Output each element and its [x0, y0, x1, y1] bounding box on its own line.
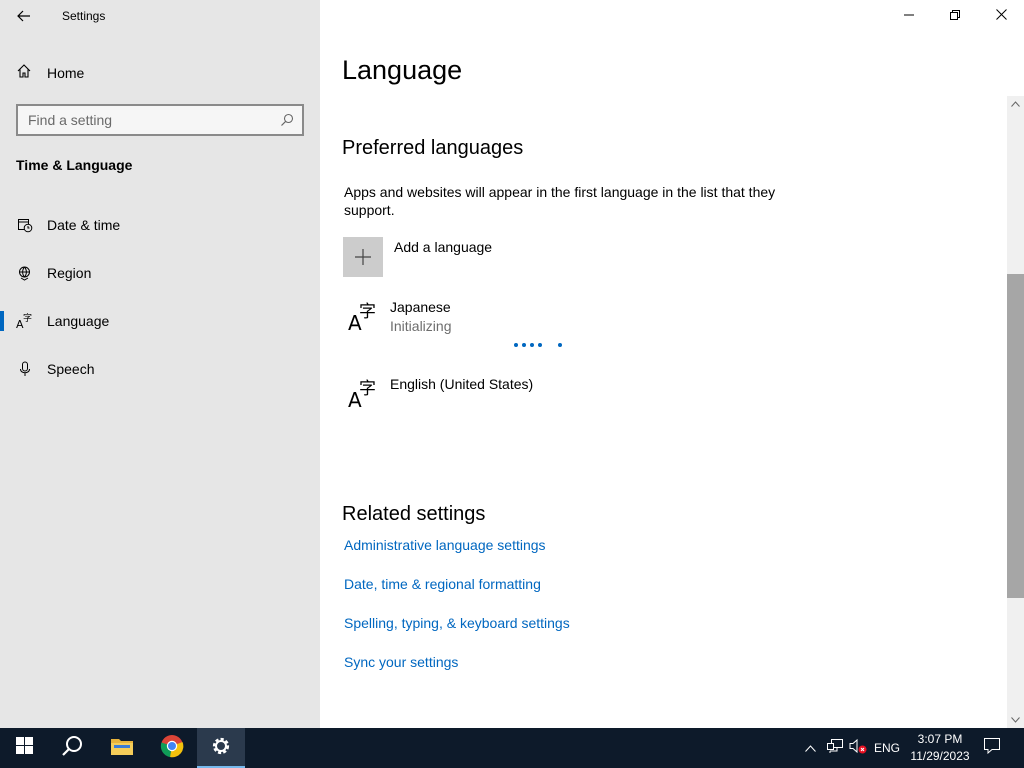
- taskbar-clock[interactable]: 3:07 PM 11/29/2023: [904, 731, 976, 765]
- home-icon: [16, 63, 32, 84]
- sidebar-item-date-time[interactable]: Date & time: [0, 207, 320, 243]
- add-language-button[interactable]: Add a language: [343, 237, 492, 277]
- scrollbar-thumb[interactable]: [1007, 274, 1024, 598]
- taskbar-search-button[interactable]: [48, 728, 96, 768]
- start-icon: [15, 737, 33, 759]
- sidebar-item-region[interactable]: Region: [0, 255, 320, 291]
- search-icon[interactable]: [280, 113, 294, 127]
- language-item-english[interactable]: A字 English (United States): [344, 376, 533, 412]
- scroll-down-arrow-icon[interactable]: [1007, 712, 1024, 728]
- restore-icon: [950, 7, 960, 25]
- selection-indicator: [0, 311, 4, 331]
- language-icon: A字: [16, 312, 34, 330]
- language-icon: A字: [348, 379, 376, 412]
- search-box[interactable]: [16, 104, 304, 136]
- sidebar-item-label: Language: [47, 313, 110, 329]
- main-content: Language Preferred languages Apps and we…: [320, 0, 1024, 728]
- language-status: Initializing: [390, 318, 452, 334]
- link-date-time-regional-formatting[interactable]: Date, time & regional formatting: [344, 576, 541, 592]
- settings-taskbar-button[interactable]: [197, 728, 245, 768]
- search-icon: [61, 735, 83, 762]
- search-input[interactable]: [18, 106, 278, 134]
- file-explorer-icon: [110, 736, 134, 761]
- minimize-icon: [904, 7, 914, 25]
- minimize-button[interactable]: [886, 0, 932, 32]
- sidebar: Settings Home Time & Language Date & tim…: [0, 0, 320, 728]
- link-administrative-language-settings[interactable]: Administrative language settings: [344, 537, 546, 553]
- restore-button[interactable]: [932, 0, 978, 32]
- link-spelling-typing-keyboard-settings[interactable]: Spelling, typing, & keyboard settings: [344, 615, 570, 631]
- volume-button[interactable]: [848, 728, 868, 768]
- language-name: English (United States): [390, 376, 534, 392]
- sidebar-item-label: Date & time: [47, 217, 121, 233]
- home-label: Home: [47, 65, 85, 81]
- sidebar-item-speech[interactable]: Speech: [0, 351, 320, 387]
- clock-calendar-icon: [16, 216, 34, 234]
- close-icon: [995, 7, 1007, 25]
- clock-date: 11/29/2023: [910, 749, 970, 763]
- settings-icon: [210, 735, 232, 762]
- network-icon: [826, 738, 844, 759]
- close-button[interactable]: [978, 0, 1024, 32]
- preferred-languages-heading: Preferred languages: [342, 137, 524, 159]
- taskbar: ENG 3:07 PM 11/29/2023: [0, 728, 1024, 768]
- chrome-icon: [160, 734, 184, 763]
- show-hidden-icons-button[interactable]: [802, 728, 818, 768]
- section-title: Time & Language: [16, 157, 133, 173]
- clock-time: 3:07 PM: [917, 732, 963, 746]
- link-sync-your-settings[interactable]: Sync your settings: [344, 654, 458, 670]
- preferred-languages-description: Apps and websites will appear in the fir…: [344, 184, 776, 218]
- home-nav-item[interactable]: Home: [16, 62, 84, 84]
- volume-muted-icon: [849, 738, 867, 759]
- sidebar-item-label: Speech: [47, 361, 95, 377]
- input-language-indicator[interactable]: ENG: [872, 728, 902, 768]
- network-button[interactable]: [824, 728, 846, 768]
- page-title: Language: [342, 55, 463, 85]
- back-arrow-icon[interactable]: [14, 6, 34, 26]
- language-icon: A字: [348, 302, 376, 335]
- add-language-label: Add a language: [394, 239, 493, 255]
- notification-icon: [983, 737, 1001, 759]
- file-explorer-button[interactable]: [98, 728, 146, 768]
- start-button[interactable]: [0, 728, 48, 768]
- chevron-up-icon: [804, 739, 816, 757]
- chrome-button[interactable]: [148, 728, 196, 768]
- sidebar-item-label: Region: [47, 265, 92, 281]
- globe-icon: [16, 264, 34, 282]
- scroll-up-arrow-icon[interactable]: [1007, 96, 1024, 112]
- scrollbar[interactable]: [1007, 96, 1024, 728]
- language-name: Japanese: [390, 299, 451, 315]
- language-item-japanese[interactable]: A字 Japanese Initializing: [344, 299, 451, 335]
- sidebar-item-language[interactable]: A字 Language: [0, 303, 320, 339]
- microphone-icon: [16, 360, 34, 378]
- plus-icon: [343, 237, 383, 277]
- svg-text:字: 字: [23, 312, 32, 324]
- notification-center-button[interactable]: [980, 728, 1004, 768]
- related-settings-heading: Related settings: [342, 503, 486, 525]
- app-title: Settings: [62, 9, 106, 23]
- settings-window: Settings Home Time & Language Date & tim…: [0, 0, 1024, 728]
